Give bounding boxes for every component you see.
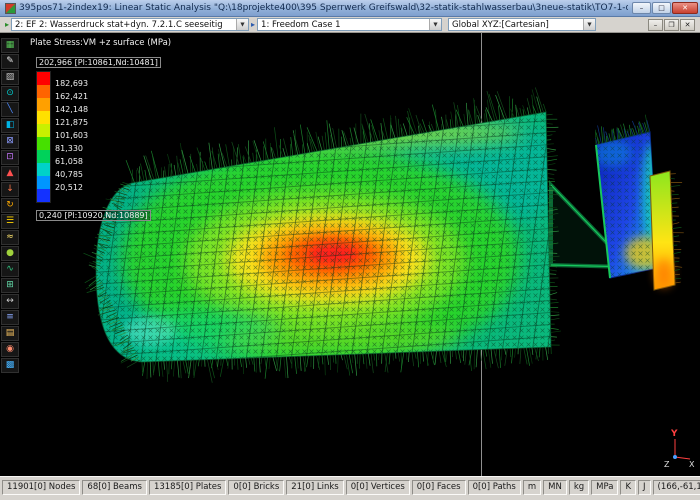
window-controls: – □ ✕ — [632, 2, 698, 14]
select-tool-button[interactable]: ▦ — [1, 38, 19, 53]
legend-value: 61,058 — [55, 156, 88, 169]
measure-tool-button[interactable]: ↔ — [1, 294, 19, 309]
app-icon — [5, 3, 16, 14]
status-unit-length[interactable]: m — [523, 480, 541, 495]
load-case-icon: ▸ — [5, 20, 9, 29]
legend-swatch — [37, 72, 50, 85]
freedom-case-select[interactable]: 1: Freedom Case 1 ▼ — [257, 18, 442, 31]
contour-legend: Plate Stress:VM +z surface (MPa) 202,966… — [30, 38, 171, 223]
status-faces: 0[0] Faces — [412, 480, 466, 495]
child-close-button[interactable]: ✕ — [680, 19, 695, 31]
moment-tool-button[interactable]: ↻ — [1, 198, 19, 213]
legend-swatch — [37, 163, 50, 176]
legend-value: 40,785 — [55, 169, 88, 182]
node-tool-button[interactable]: ⊙ — [1, 86, 19, 101]
thermal-tool-button[interactable]: ≈ — [1, 230, 19, 245]
erase-tool-button[interactable]: ▨ — [1, 70, 19, 85]
legend-swatch — [37, 137, 50, 150]
child-window-controls: – ❐ ✕ — [648, 19, 695, 31]
legend-swatch — [37, 85, 50, 98]
status-unit-temperature[interactable]: K — [620, 480, 636, 495]
camera-tool-button[interactable]: ◉ — [1, 342, 19, 357]
grid-tool-button[interactable]: ⊞ — [1, 278, 19, 293]
restraint-tool-button[interactable]: ▲ — [1, 166, 19, 181]
status-coordinates: (166,-61,169) — [653, 480, 700, 495]
legend-value: 182,693 — [55, 78, 88, 91]
freedom-case-icon: ▸ — [251, 20, 255, 29]
window-title: 395pos71-2index19: Linear Static Analysi… — [19, 3, 628, 13]
plate-tool-button[interactable]: ◧ — [1, 118, 19, 133]
axis-y-label: Y — [670, 429, 678, 439]
axis-x-label: X — [689, 460, 695, 469]
beam-tool-button[interactable]: ╲ — [1, 102, 19, 117]
group-tool-button[interactable]: ▤ — [1, 326, 19, 341]
render-tool-button[interactable]: ▩ — [1, 358, 19, 373]
link-tool-button[interactable]: ⊡ — [1, 150, 19, 165]
status-paths: 0[0] Paths — [468, 480, 521, 495]
legend-value: 162,421 — [55, 91, 88, 104]
model-viewport[interactable]: ▦ ✎ ▨ ⊙ ╲ ◧ ⊠ ⊡ ▲ ↓ ↻ ☰ ≈ ● ∿ ⊞ ↔ ≡ ▤ ◉ … — [0, 33, 700, 476]
status-bar: 11901[0] Nodes 68[0] Beams 13185[0] Plat… — [0, 476, 700, 500]
axis-z-label: Z — [664, 460, 670, 469]
coord-system-value: Global XYZ:[Cartesian] — [452, 20, 580, 30]
close-button[interactable]: ✕ — [672, 2, 698, 14]
legend-swatch — [37, 98, 50, 111]
status-bricks: 0[0] Bricks — [228, 480, 284, 495]
status-unit-force[interactable]: MN — [543, 480, 567, 495]
minimize-button[interactable]: – — [632, 2, 651, 14]
spring-tool-button[interactable]: ∿ — [1, 262, 19, 277]
load-case-select[interactable]: 2: EF 2: Wasserdruck stat+dyn. 7.2.1.C s… — [11, 18, 249, 31]
brick-tool-button[interactable]: ⊠ — [1, 134, 19, 149]
chevron-down-icon: ▼ — [236, 19, 248, 30]
legend-swatch — [37, 176, 50, 189]
status-beams: 68[0] Beams — [82, 480, 147, 495]
axis-triad: Y Z X — [663, 427, 697, 473]
mass-tool-button[interactable]: ● — [1, 246, 19, 261]
force-tool-button[interactable]: ↓ — [1, 182, 19, 197]
legend-swatch — [37, 124, 50, 137]
coord-system-select[interactable]: Global XYZ:[Cartesian] ▼ — [448, 18, 596, 31]
legend-values: 182,693 162,421 142,148 121,875 101,603 … — [55, 78, 88, 203]
legend-value: 142,148 — [55, 104, 88, 117]
maximize-button[interactable]: □ — [652, 2, 671, 14]
title-bar: 395pos71-2index19: Linear Static Analysi… — [0, 0, 700, 17]
legend-value: 81,330 — [55, 143, 88, 156]
child-minimize-button[interactable]: – — [648, 19, 663, 31]
status-links: 21[0] Links — [286, 480, 343, 495]
legend-min-value: 0,240 [Pl:10920,Nd:10889] — [36, 210, 151, 221]
legend-max-value: 202,966 [Pl:10861,Nd:10481] — [36, 57, 161, 68]
legend-title: Plate Stress:VM +z surface (MPa) — [30, 38, 171, 48]
draw-tool-button[interactable]: ✎ — [1, 54, 19, 69]
status-vertices: 0[0] Vertices — [346, 480, 410, 495]
chevron-down-icon: ▼ — [583, 19, 595, 30]
status-unit-stress[interactable]: MPa — [591, 480, 618, 495]
legend-swatch — [37, 189, 50, 202]
legend-swatch — [37, 111, 50, 124]
status-nodes: 11901[0] Nodes — [2, 480, 80, 495]
layers-tool-button[interactable]: ≡ — [1, 310, 19, 325]
child-restore-button[interactable]: ❐ — [664, 19, 679, 31]
status-unit-mass[interactable]: kg — [569, 480, 589, 495]
load-case-value: 2: EF 2: Wasserdruck stat+dyn. 7.2.1.C s… — [15, 20, 233, 30]
pressure-tool-button[interactable]: ☰ — [1, 214, 19, 229]
legend-value: 101,603 — [55, 130, 88, 143]
legend-color-scale — [36, 71, 51, 203]
status-unit-energy[interactable]: J — [638, 480, 651, 495]
legend-swatch — [37, 150, 50, 163]
case-toolbar: ▸ 2: EF 2: Wasserdruck stat+dyn. 7.2.1.C… — [0, 17, 700, 33]
tool-palette: ▦ ✎ ▨ ⊙ ╲ ◧ ⊠ ⊡ ▲ ↓ ↻ ☰ ≈ ● ∿ ⊞ ↔ ≡ ▤ ◉ … — [1, 38, 23, 373]
freedom-case-value: 1: Freedom Case 1 — [261, 20, 426, 30]
status-plates: 13185[0] Plates — [149, 480, 226, 495]
legend-value: 121,875 — [55, 117, 88, 130]
legend-value: 20,512 — [55, 182, 88, 195]
chevron-down-icon: ▼ — [429, 19, 441, 30]
